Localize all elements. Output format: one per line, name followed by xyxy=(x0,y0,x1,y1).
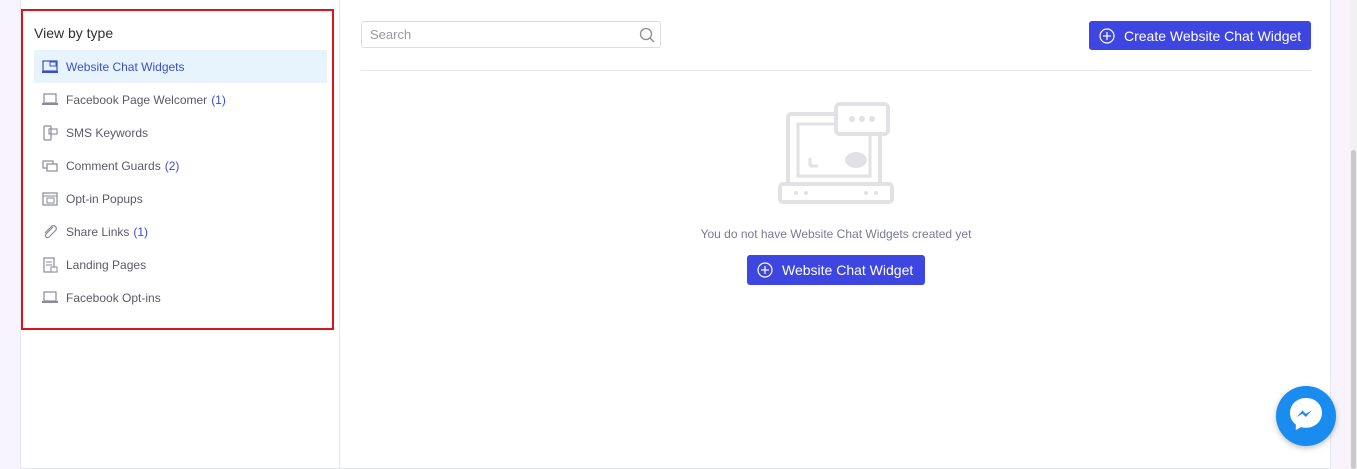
chat-widget-icon xyxy=(42,59,58,75)
messenger-icon xyxy=(1286,394,1326,439)
search-box[interactable] xyxy=(361,21,661,48)
sidebar-item-opt-in-popups[interactable]: Opt-in Popups xyxy=(34,182,327,215)
sidebar-item-label: Website Chat Widgets xyxy=(66,59,185,74)
sidebar-title: View by type xyxy=(34,25,114,41)
sidebar-item-comment-guards[interactable]: Comment Guards (2) xyxy=(34,149,327,182)
sidebar-item-label: Facebook Opt-ins xyxy=(66,290,161,305)
plus-circle-icon xyxy=(757,262,773,278)
comment-icon xyxy=(42,158,58,174)
sidebar-item-landing-pages[interactable]: Landing Pages xyxy=(34,248,327,281)
sidebar-item-facebook-page-welcomer[interactable]: Facebook Page Welcomer (1) xyxy=(34,83,327,116)
laptop-icon xyxy=(42,290,58,306)
create-button-label: Create Website Chat Widget xyxy=(1124,27,1302,44)
paperclip-icon xyxy=(42,224,58,240)
sidebar-item-label: Share Links xyxy=(66,224,130,239)
scrollbar-thumb[interactable] xyxy=(1351,150,1356,469)
search-input[interactable] xyxy=(362,22,634,47)
sidebar-item-sms-keywords[interactable]: SMS Keywords xyxy=(34,116,327,149)
divider xyxy=(361,70,1311,71)
popup-icon xyxy=(42,191,58,207)
add-website-chat-widget-button[interactable]: Website Chat Widget xyxy=(747,255,925,285)
sidebar-item-share-links[interactable]: Share Links (1) xyxy=(34,215,327,248)
sidebar-item-count: (1) xyxy=(211,92,226,107)
empty-state-message: You do not have Website Chat Widgets cre… xyxy=(700,227,972,241)
empty-state-illustration xyxy=(778,100,894,206)
sidebar-item-label: SMS Keywords xyxy=(66,125,149,140)
sidebar-item-facebook-opt-ins[interactable]: Facebook Opt-ins xyxy=(34,281,327,314)
sidebar-item-count: (2) xyxy=(164,158,180,173)
create-website-chat-widget-button[interactable]: Create Website Chat Widget xyxy=(1089,21,1311,50)
messenger-chat-button[interactable] xyxy=(1276,386,1336,446)
search-icon[interactable] xyxy=(634,27,660,43)
sidebar-item-label: Opt-in Popups xyxy=(66,191,143,206)
sidebar-item-count: (1) xyxy=(133,224,149,239)
sidebar-item-label: Landing Pages xyxy=(66,257,147,272)
sms-icon xyxy=(42,124,58,141)
plus-circle-icon xyxy=(1099,27,1115,44)
sidebar-item-label: Comment Guards xyxy=(66,158,161,173)
sidebar-item-label: Facebook Page Welcomer xyxy=(66,92,208,107)
laptop-icon xyxy=(42,92,58,108)
sidebar-item-website-chat-widgets[interactable]: Website Chat Widgets xyxy=(34,50,327,83)
page-icon xyxy=(42,256,58,273)
widget-button-label: Website Chat Widget xyxy=(782,262,914,278)
